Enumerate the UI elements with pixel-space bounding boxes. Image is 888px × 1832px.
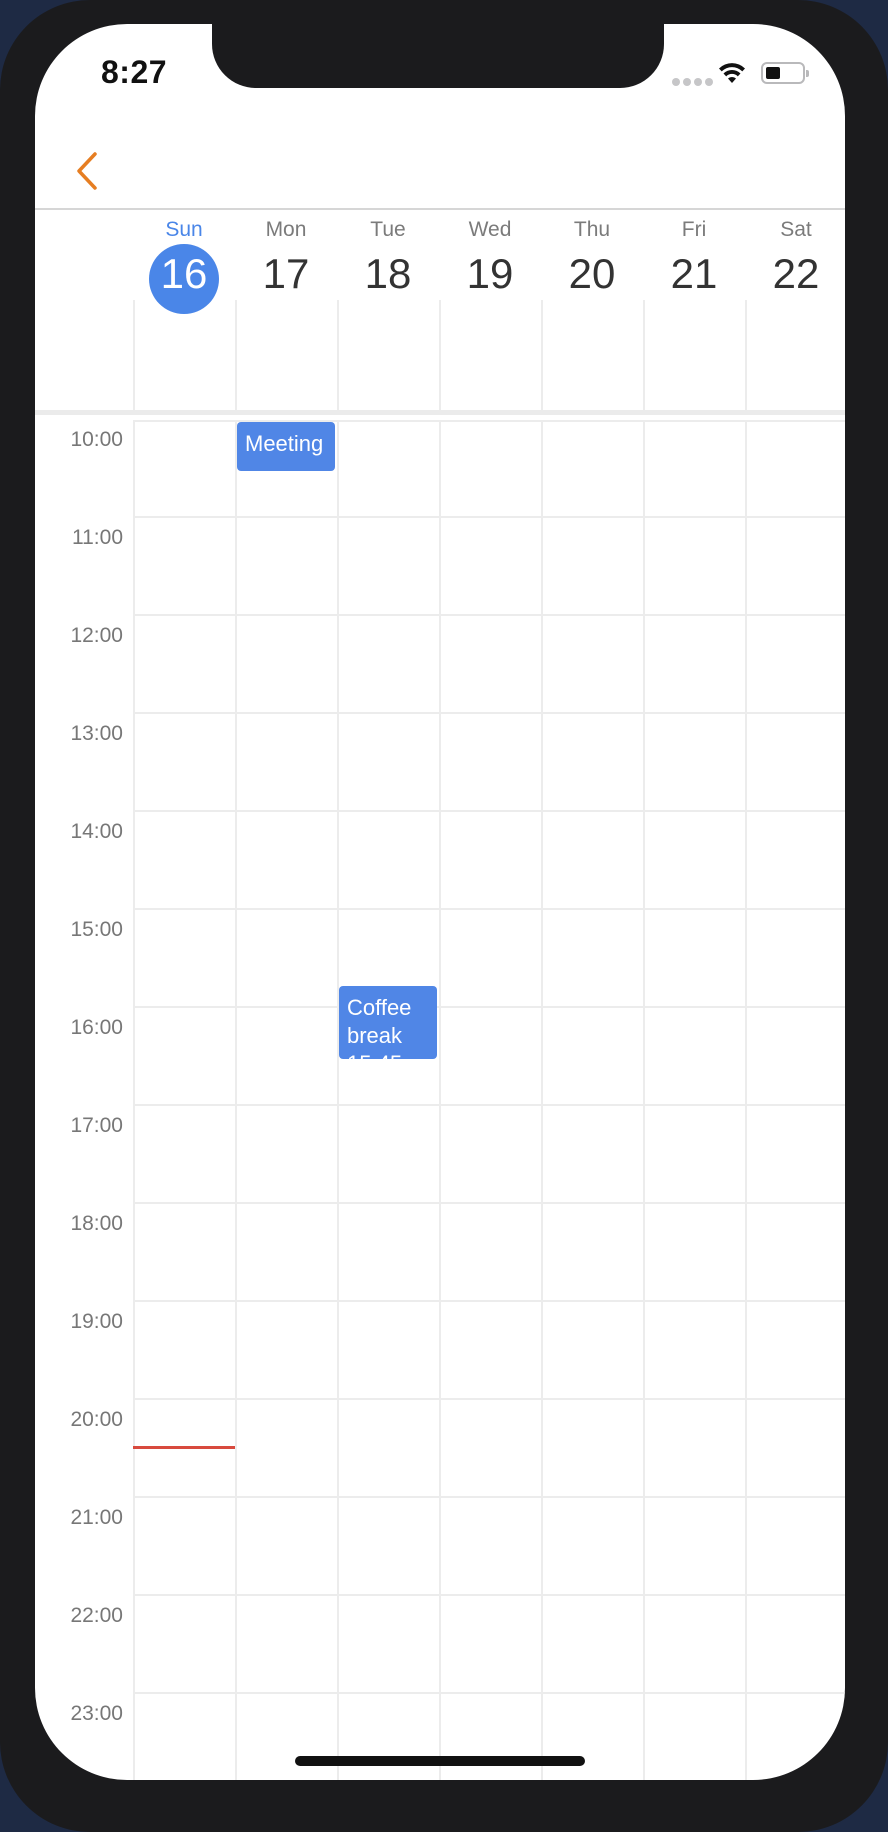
day-name: Fri (681, 218, 707, 241)
day-name: Tue (370, 218, 406, 241)
event-title: Meeting (245, 431, 324, 456)
event-time: 15:45 (347, 1050, 429, 1060)
all-day-column-divider (541, 300, 543, 410)
day-number: 20 (568, 250, 616, 297)
day-column-divider (643, 420, 645, 1780)
day-column-divider (133, 420, 135, 1780)
hour-line (133, 1496, 845, 1498)
all-day-column-divider (439, 300, 441, 410)
screen: 8:27 Sun 16 Mon 17 Tue 18 Wed 19 Thu 20 Fri 21 Sat 22 (35, 24, 845, 1780)
day-name: Wed (468, 218, 512, 241)
home-indicator[interactable] (295, 1756, 585, 1766)
day-header-mon[interactable]: Mon 17 (235, 210, 337, 300)
all-day-column-divider (643, 300, 645, 410)
day-number: 21 (670, 250, 718, 297)
day-header-wed[interactable]: Wed 19 (439, 210, 541, 300)
day-number: 19 (466, 250, 514, 297)
day-header-tue[interactable]: Tue 18 (337, 210, 439, 300)
hour-line (133, 712, 845, 714)
hour-line (133, 908, 845, 910)
day-header-sat[interactable]: Sat 22 (745, 210, 845, 300)
hour-line (133, 1692, 845, 1694)
cellular-signal-icon (672, 78, 713, 86)
day-header-fri[interactable]: Fri 21 (643, 210, 745, 300)
all-day-area[interactable] (133, 300, 845, 410)
hour-line (133, 1398, 845, 1400)
all-day-column-divider (337, 300, 339, 410)
hour-line (133, 1594, 845, 1596)
hour-label: 17:00 (70, 1114, 123, 1137)
all-day-column-divider (745, 300, 747, 410)
day-number: 17 (262, 250, 310, 297)
hour-line (133, 516, 845, 518)
day-name: Sat (780, 218, 812, 241)
event-meeting[interactable]: Meeting (237, 422, 335, 471)
hour-label: 20:00 (70, 1408, 123, 1431)
day-column-divider (745, 420, 747, 1780)
day-name: Sun (165, 218, 203, 241)
nav-header (35, 88, 845, 210)
day-name: Thu (573, 218, 611, 241)
hour-label: 15:00 (70, 918, 123, 941)
hour-label: 18:00 (70, 1212, 123, 1235)
hour-label: 14:00 (70, 820, 123, 843)
hour-line (133, 1202, 845, 1204)
all-day-column-divider (235, 300, 237, 410)
all-day-separator (35, 410, 845, 415)
hour-line (133, 1104, 845, 1106)
hour-label: 12:00 (70, 624, 123, 647)
hour-label: 11:00 (72, 526, 123, 549)
day-number: 16 (160, 250, 208, 297)
day-header-sun[interactable]: Sun 16 (133, 210, 235, 314)
hour-label: 10:00 (70, 428, 123, 451)
hour-label: 21:00 (70, 1506, 123, 1529)
time-grid[interactable]: 10:00 11:00 12:00 13:00 14:00 15:00 16:00 17:00… (35, 420, 845, 1780)
device-frame: 8:27 Sun 16 Mon 17 Tue 18 Wed 19 Thu 20 Fri 21 Sat 22 (0, 0, 888, 1832)
day-column-divider (337, 420, 339, 1780)
week-day-header: Sun 16 Mon 17 Tue 18 Wed 19 Thu 20 Fri 21 Sat 22 (133, 210, 845, 314)
hour-label: 13:00 (70, 722, 123, 745)
battery-icon (761, 62, 809, 84)
status-time: 8:27 (101, 54, 168, 90)
hour-label: 19:00 (70, 1310, 123, 1333)
hour-line (133, 1006, 845, 1008)
back-button[interactable] (69, 148, 109, 194)
event-coffee-break[interactable]: Coffee break 15:45 (339, 985, 437, 1060)
hour-label: 23:00 (70, 1702, 123, 1725)
day-number: 22 (772, 250, 820, 297)
hour-label: 16:00 (70, 1016, 123, 1039)
day-number: 18 (364, 250, 412, 297)
device-notch (212, 24, 664, 88)
hour-label: 22:00 (70, 1604, 123, 1627)
event-title: Coffee break (347, 994, 412, 1048)
chevron-left-icon (77, 152, 97, 190)
day-header-thu[interactable]: Thu 20 (541, 210, 643, 300)
hour-line (133, 614, 845, 616)
hour-line (133, 1300, 845, 1302)
day-column-divider (235, 420, 237, 1780)
current-time-indicator (133, 1446, 235, 1450)
day-column-divider (541, 420, 543, 1780)
hour-line (133, 810, 845, 812)
all-day-column-divider (133, 300, 135, 410)
wifi-icon (717, 61, 747, 90)
day-column-divider (439, 420, 441, 1780)
day-name: Mon (265, 218, 307, 241)
